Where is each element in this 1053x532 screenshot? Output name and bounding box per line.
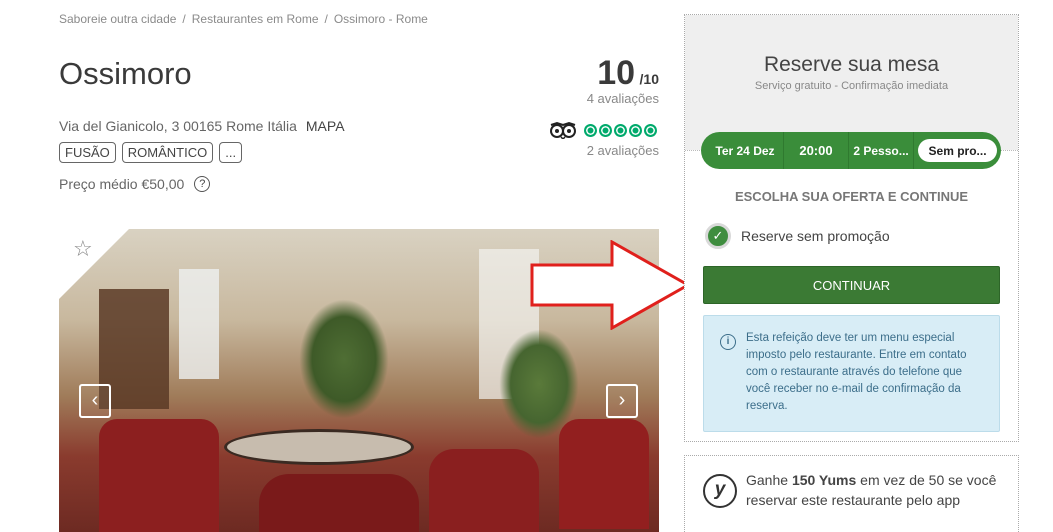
help-icon[interactable]: ? <box>194 176 211 192</box>
gallery-next-button[interactable]: › <box>606 384 638 418</box>
map-link[interactable]: MAPA <box>306 118 345 134</box>
gallery-prev-button[interactable]: ‹ <box>79 384 111 418</box>
breadcrumb-link-restaurants[interactable]: Restaurantes em Rome <box>192 12 319 26</box>
tripadvisor-bubble-icon <box>644 123 657 137</box>
continue-button[interactable]: CONTINUAR <box>703 266 1000 304</box>
tag-more[interactable]: ... <box>219 142 243 163</box>
tag-romantic[interactable]: ROMÂNTICO <box>121 142 214 163</box>
tripadvisor-bubble-icon <box>614 123 627 137</box>
breadcrumb-current: Ossimoro - Rome <box>333 12 428 26</box>
booking-subtitle: Serviço gratuito - Confirmação imediata <box>754 80 949 92</box>
yums-logo-icon: y <box>703 474 737 508</box>
people-selector[interactable]: 2 Pesso... <box>849 132 915 169</box>
tripadvisor-reviews[interactable]: 2 avaliações <box>587 143 659 158</box>
tripadvisor-owl-icon <box>550 121 576 139</box>
average-price-row: Preço médio €50,00 ? <box>59 176 211 192</box>
offer-option[interactable]: ✓ Reserve sem promoção <box>705 223 890 249</box>
tag-list: FUSÃO ROMÂNTICO ... <box>59 142 243 163</box>
rating-denominator: /10 <box>639 71 659 87</box>
breadcrumb-separator: / <box>182 12 186 26</box>
tripadvisor-bubble-icon <box>629 123 642 137</box>
booking-selector: Ter 24 Dez 20:00 2 Pesso... Sem pro... <box>701 132 1001 169</box>
rating-score: 10 <box>597 54 636 92</box>
restaurant-address: Via del Gianicolo, 3 00165 Rome Itália <box>59 118 297 134</box>
offer-selector[interactable]: Sem pro... <box>918 139 997 162</box>
average-price: Preço médio €50,00 <box>59 176 185 192</box>
offer-heading: ESCOLHA SUA OFERTA E CONTINUE <box>734 189 969 204</box>
yums-promo: y Ganhe 150 Yums em vez de 50 se você re… <box>684 455 1019 532</box>
booking-title: Reserve sua mesa <box>763 53 940 76</box>
address-row: Via del Gianicolo, 3 00165 Rome Itália M… <box>59 118 345 134</box>
annotation-arrow-icon <box>530 240 692 330</box>
breadcrumb: Saboreie outra cidade / Restaurantes em … <box>59 12 428 26</box>
tripadvisor-bubble-icon <box>599 123 612 137</box>
breadcrumb-separator: / <box>324 12 328 26</box>
yums-text: Ganhe 150 Yums em vez de 50 se você rese… <box>746 472 997 508</box>
booking-header: Reserve sua mesa Serviço gratuito - Conf… <box>685 15 1018 150</box>
info-notice: i Esta refeição deve ter um menu especia… <box>703 315 1000 432</box>
reviews-count[interactable]: 4 avaliações <box>587 91 659 106</box>
info-text: Esta refeição deve ter um menu especial … <box>746 332 967 412</box>
offer-option-label: Reserve sem promoção <box>741 228 890 244</box>
tripadvisor-bubble-icon <box>584 123 597 137</box>
info-icon: i <box>720 334 736 350</box>
date-selector[interactable]: Ter 24 Dez <box>701 132 784 169</box>
restaurant-title: Ossimoro <box>59 56 192 91</box>
tag-fusion[interactable]: FUSÃO <box>59 142 116 163</box>
tripadvisor-rating <box>548 121 657 139</box>
booking-panel: Reserve sua mesa Serviço gratuito - Conf… <box>684 14 1019 442</box>
breadcrumb-link-city[interactable]: Saboreie outra cidade <box>59 12 176 26</box>
time-selector[interactable]: 20:00 <box>784 132 850 169</box>
rating-block: 10 /10 4 avaliações <box>587 54 659 106</box>
star-outline-icon[interactable]: ☆ <box>73 236 93 262</box>
tripadvisor-bubbles <box>584 123 657 137</box>
check-icon[interactable]: ✓ <box>705 223 731 249</box>
